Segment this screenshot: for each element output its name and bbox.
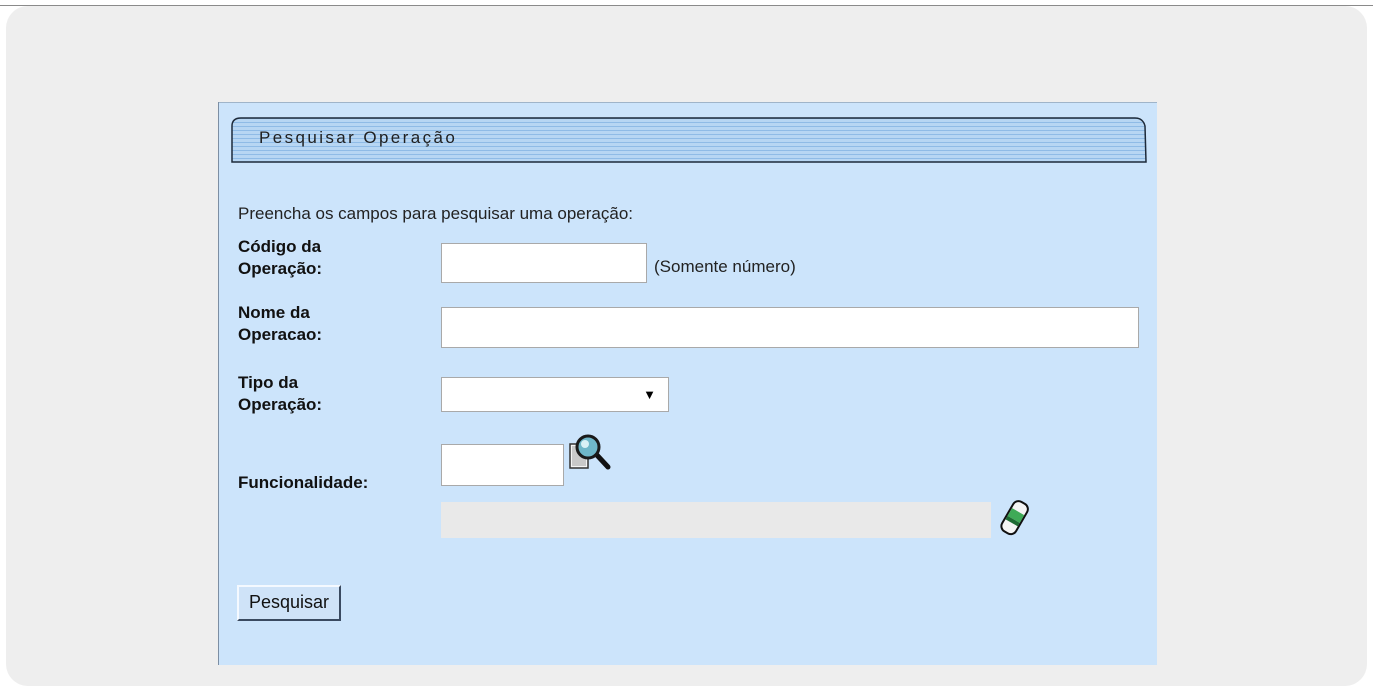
panel-title-bar: Pesquisar Operação (231, 116, 1147, 163)
search-panel: Pesquisar Operação Preencha os campos pa… (218, 102, 1157, 665)
nome-label-line2: Operacao: (238, 325, 323, 344)
nome-label: Nome da Operacao: (238, 302, 322, 346)
codigo-label-line2: Operação: (238, 259, 323, 278)
instruction-text: Preencha os campos para pesquisar uma op… (238, 204, 634, 223)
codigo-hint: (Somente número) (654, 257, 796, 276)
tipo-label-line2: Operação: (238, 395, 323, 414)
tipo-operacao-select[interactable]: ▼ (441, 377, 669, 412)
codigo-label-line1: Código da (238, 237, 322, 256)
panel-top-line (219, 102, 1157, 103)
chevron-down-icon: ▼ (643, 387, 656, 402)
funcionalidade-label: Funcionalidade: (238, 473, 369, 492)
nome-label-line1: Nome da (238, 303, 310, 322)
magnifier-lookup-icon[interactable] (568, 432, 616, 474)
funcionalidade-description-field (441, 502, 991, 538)
funcionalidade-code-input[interactable] (441, 444, 564, 486)
codigo-operacao-input[interactable] (441, 243, 647, 283)
codigo-label: Código da Operação: (238, 236, 322, 280)
pesquisar-button[interactable]: Pesquisar (237, 585, 341, 621)
tipo-label: Tipo da Operação: (238, 372, 322, 416)
nome-operacao-input[interactable] (441, 307, 1139, 348)
page-title: Pesquisar Operação (259, 128, 458, 147)
tipo-label-line1: Tipo da (238, 373, 299, 392)
eraser-icon[interactable] (995, 498, 1035, 540)
